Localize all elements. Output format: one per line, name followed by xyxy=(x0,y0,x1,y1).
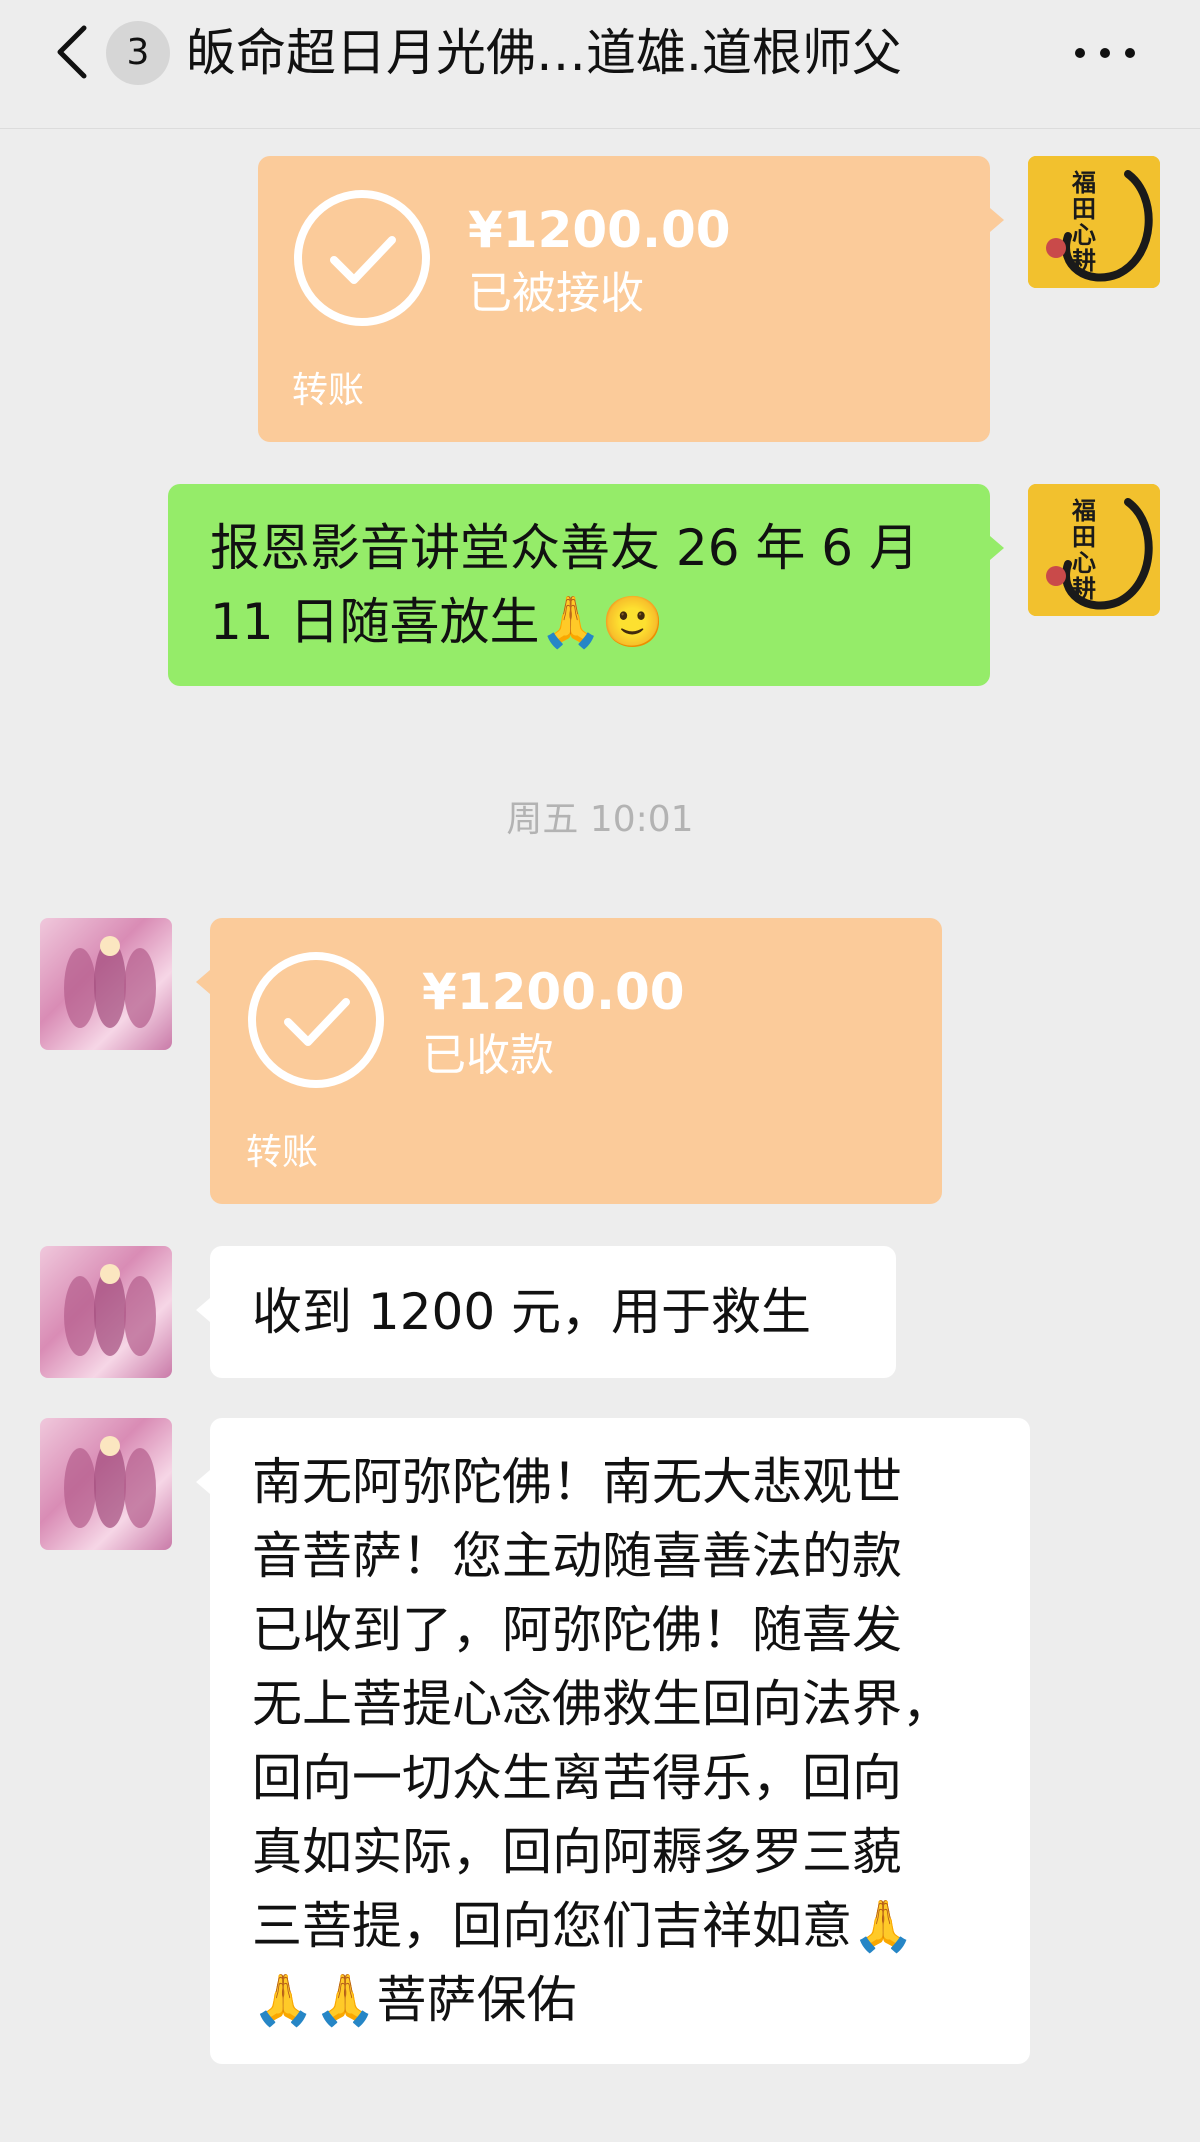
message-line: 南无阿弥陀佛！南无大悲观世 xyxy=(252,1453,902,1511)
unread-count-badge: 3 xyxy=(106,21,170,85)
avatar-label: 福田心耕 xyxy=(1072,496,1096,603)
transfer-status: 已被接收 xyxy=(468,268,644,319)
avatar[interactable] xyxy=(40,1246,172,1378)
check-circle-icon xyxy=(292,188,432,328)
transfer-amount: ¥1200.00 xyxy=(468,201,731,259)
message-line: 三菩提，回向您们吉祥如意🙏 xyxy=(252,1897,915,1955)
bubble-tail xyxy=(990,208,1004,232)
transfer-label: 转账 xyxy=(246,1132,319,1173)
avatar[interactable]: 福田心耕 xyxy=(1028,484,1160,616)
avatar[interactable] xyxy=(40,918,172,1050)
timestamp: 周五 10:01 xyxy=(506,799,694,840)
bubble-tail xyxy=(196,970,210,994)
message-text: 收到 1200 元，用于救生 xyxy=(252,1283,812,1341)
message-line: 回向一切众生离苦得乐，回向 xyxy=(252,1749,902,1807)
avatar[interactable]: 福田心耕 xyxy=(1028,156,1160,288)
check-circle-icon xyxy=(246,950,386,1090)
chevron-left-icon[interactable] xyxy=(52,22,92,82)
bubble-tail xyxy=(196,1298,210,1322)
avatar[interactable] xyxy=(40,1418,172,1550)
transfer-label: 转账 xyxy=(292,370,365,411)
message-line: 🙏🙏菩萨保佑 xyxy=(252,1971,577,2029)
chat-title: 皈命超日月光佛…道雄.道根师父 xyxy=(186,24,902,82)
message-line: 无上菩提心念佛救生回向法界， xyxy=(252,1675,952,1733)
message-line: 11 日随喜放生🙏🙂 xyxy=(210,593,665,651)
avatar-label: 福田心耕 xyxy=(1072,168,1096,275)
transfer-status: 已收款 xyxy=(422,1030,554,1081)
message-line: 报恩影音讲堂众善友 26 年 6 月 xyxy=(210,519,920,577)
message-line: 已收到了，阿弥陀佛！随喜发 xyxy=(252,1601,902,1659)
transfer-amount: ¥1200.00 xyxy=(422,963,685,1021)
message-line: 真如实际，回向阿耨多罗三藐 xyxy=(252,1823,902,1881)
more-dots-icon[interactable] xyxy=(1070,38,1140,68)
bubble-tail xyxy=(196,1470,210,1494)
message-line: 音菩萨！您主动随喜善法的款 xyxy=(252,1527,902,1585)
bubble-tail xyxy=(990,536,1004,560)
